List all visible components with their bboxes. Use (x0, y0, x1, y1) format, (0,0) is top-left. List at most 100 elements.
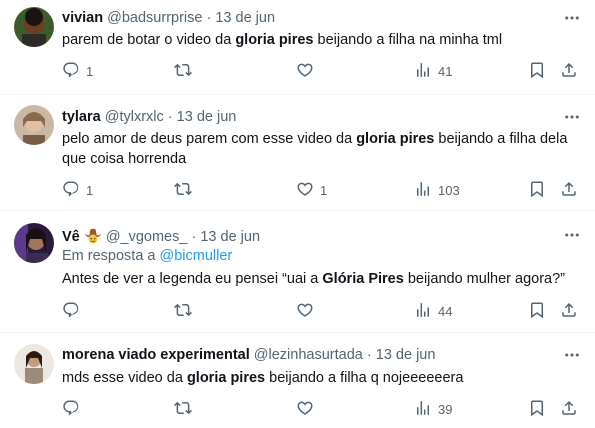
timestamp[interactable]: 13 de jun (200, 229, 260, 245)
more-icon[interactable] (563, 108, 581, 126)
share-button[interactable] (560, 179, 578, 201)
bookmark-button[interactable] (528, 60, 546, 82)
like-icon (296, 301, 314, 322)
reply-context: Em resposta a @bicmuller (62, 246, 581, 266)
tweet[interactable]: tylara @tylxrxlc · 13 de jun pelo amor d… (0, 95, 595, 211)
text-segment: parem de botar o video da (62, 32, 236, 48)
retweet-button[interactable] (174, 60, 198, 82)
separator: · (167, 109, 173, 125)
text-segment: pelo amor de deus parem com esse video d… (62, 131, 357, 147)
handle[interactable]: @tylxrxlc (105, 109, 164, 125)
action-bar: 1 41 (62, 60, 583, 82)
reply-count: 1 (86, 63, 94, 79)
handle[interactable]: @badsurrprise (107, 10, 202, 26)
bookmark-icon (528, 61, 546, 82)
avatar[interactable] (14, 223, 54, 263)
views-button[interactable]: 39 (414, 398, 452, 420)
like-count: 1 (320, 182, 328, 198)
timestamp[interactable]: 13 de jun (177, 109, 237, 125)
tweet[interactable]: Vê @_vgomes_ · 13 de jun Em resposta a @… (0, 211, 595, 333)
views-button[interactable]: 44 (414, 300, 452, 322)
reply-icon (62, 399, 80, 420)
view-count: 103 (438, 182, 460, 198)
tweet-text: parem de botar o video da gloria pires b… (62, 30, 581, 50)
view-count: 41 (438, 63, 453, 79)
tweet-text: mds esse video da gloria pires beijando … (62, 368, 581, 388)
reply-to-link[interactable]: @bicmuller (160, 248, 233, 264)
reply-prefix: Em resposta a (62, 248, 160, 264)
reply-icon (62, 301, 80, 322)
reply-button[interactable] (62, 300, 86, 322)
reply-count: 1 (86, 182, 94, 198)
timestamp[interactable]: 13 de jun (215, 10, 275, 26)
like-button[interactable]: 1 (296, 179, 327, 201)
separator: · (366, 347, 372, 363)
bookmark-icon (528, 180, 546, 201)
avatar[interactable] (14, 344, 54, 384)
action-bar: 44 (62, 300, 583, 322)
like-button[interactable] (296, 398, 320, 420)
cowboy-emoji (84, 226, 102, 244)
handle[interactable]: @_vgomes_ (106, 229, 188, 245)
text-segment: beijando a filha q nojeeeeeera (265, 370, 464, 386)
avatar[interactable] (14, 105, 54, 145)
tweet-header: morena viado experimental @lezinhasurtad… (62, 346, 435, 364)
tweet-feed: vivian @badsurrprise · 13 de jun parem d… (0, 0, 595, 428)
like-button[interactable] (296, 300, 320, 322)
display-name[interactable]: tylara (62, 109, 101, 125)
reply-button[interactable] (62, 398, 86, 420)
view-count: 44 (438, 303, 453, 319)
more-icon[interactable] (563, 346, 581, 364)
views-icon (414, 301, 432, 322)
bookmark-button[interactable] (528, 398, 546, 420)
retweet-button[interactable] (174, 398, 198, 420)
handle[interactable]: @lezinhasurtada (254, 347, 363, 363)
views-button[interactable]: 103 (414, 179, 460, 201)
retweet-icon (174, 301, 192, 322)
like-icon (296, 180, 314, 201)
text-segment: mds esse video da (62, 370, 187, 386)
retweet-icon (174, 180, 192, 201)
action-bar: 39 (62, 398, 583, 420)
more-icon[interactable] (563, 9, 581, 27)
share-icon (560, 61, 578, 82)
text-segment: Antes de ver a legenda eu pensei “uai a (62, 271, 323, 287)
display-name[interactable]: morena viado experimental (62, 347, 250, 363)
timestamp[interactable]: 13 de jun (376, 347, 436, 363)
display-name[interactable]: Vê (62, 229, 80, 245)
reply-button[interactable]: 1 (62, 179, 93, 201)
views-button[interactable]: 41 (414, 60, 452, 82)
text-highlight: gloria pires (356, 131, 435, 147)
more-icon[interactable] (563, 226, 581, 244)
text-segment: beijando mulher agora?” (403, 271, 566, 287)
share-icon (560, 399, 578, 420)
reply-icon (62, 180, 80, 201)
like-button[interactable] (296, 60, 320, 82)
bookmark-icon (528, 301, 546, 322)
tweet-header: vivian @badsurrprise · 13 de jun (62, 9, 275, 27)
bookmark-button[interactable] (528, 300, 546, 322)
bookmark-button[interactable] (528, 179, 546, 201)
bookmark-icon (528, 399, 546, 420)
text-highlight: Glória Pires (322, 271, 404, 287)
retweet-button[interactable] (174, 179, 198, 201)
view-count: 39 (438, 401, 453, 417)
share-button[interactable] (560, 300, 578, 322)
share-button[interactable] (560, 60, 578, 82)
reply-button[interactable]: 1 (62, 60, 93, 82)
text-highlight: gloria pires (186, 370, 266, 386)
separator: · (206, 10, 212, 26)
tweet[interactable]: morena viado experimental @lezinhasurtad… (0, 333, 595, 428)
views-icon (414, 399, 432, 420)
tweet[interactable]: vivian @badsurrprise · 13 de jun parem d… (0, 0, 595, 95)
avatar[interactable] (14, 7, 54, 47)
text-segment: beijando a filha na minha tml (313, 32, 503, 48)
share-icon (560, 301, 578, 322)
tweet-text: Antes de ver a legenda eu pensei “uai a … (62, 269, 581, 289)
separator: · (191, 229, 197, 245)
share-button[interactable] (560, 398, 578, 420)
display-name[interactable]: vivian (62, 10, 103, 26)
retweet-button[interactable] (174, 300, 198, 322)
like-icon (296, 399, 314, 420)
views-icon (414, 180, 432, 201)
